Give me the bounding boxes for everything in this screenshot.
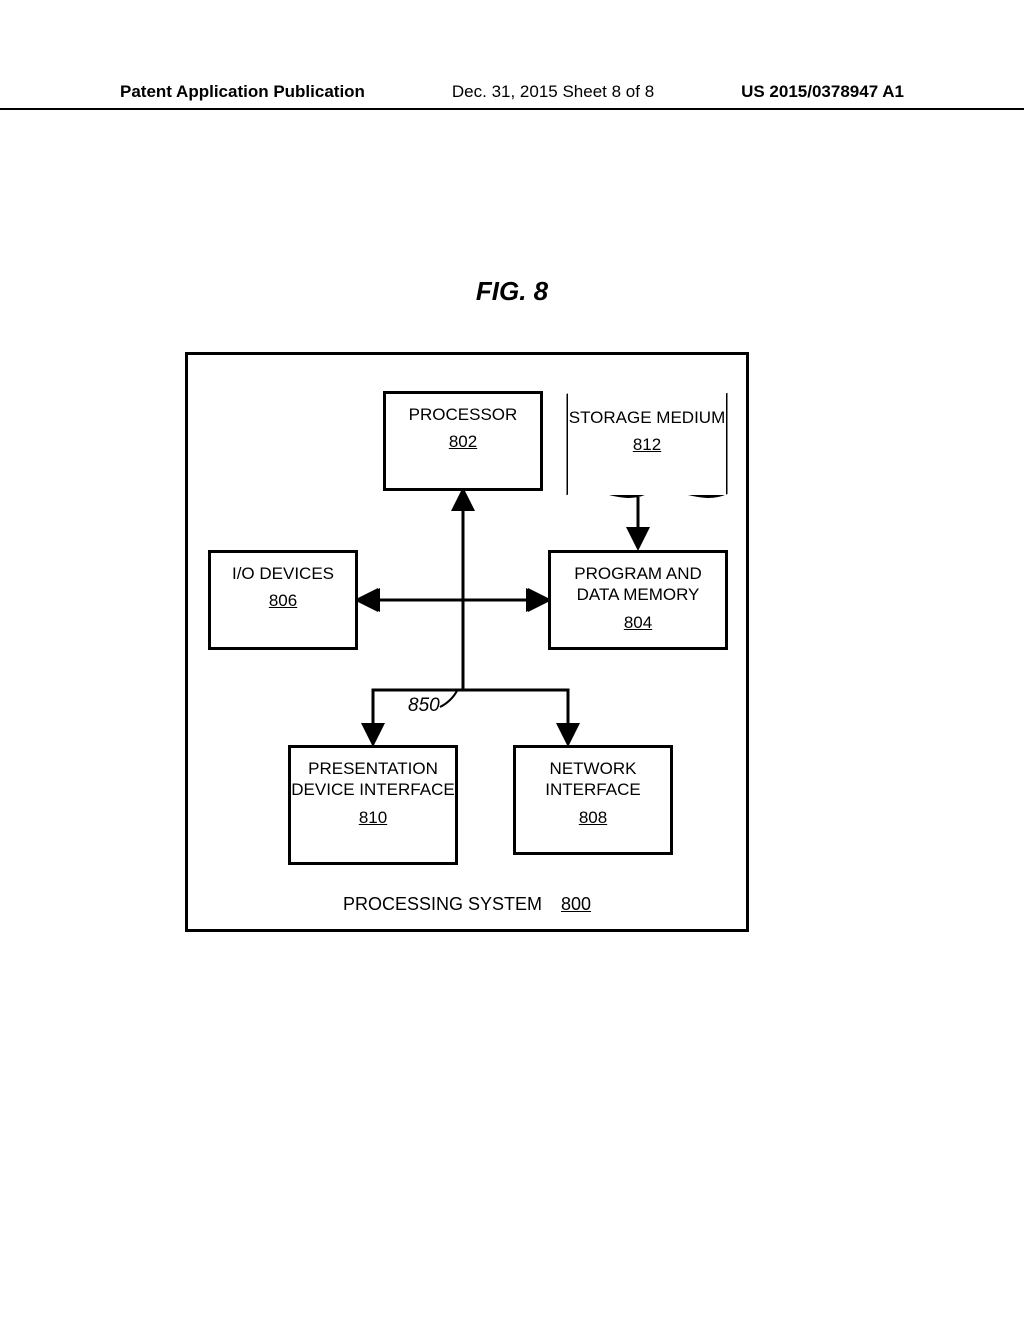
node-processor: PROCESSOR 802	[383, 391, 543, 491]
node-io-label: I/O DEVICES	[232, 564, 334, 583]
node-presentation-device-interface: PRESENTATION DEVICE INTERFACE 810	[288, 745, 458, 865]
header-pub-number: US 2015/0378947 A1	[741, 82, 904, 102]
figure-title: FIG. 8	[0, 276, 1024, 307]
node-network-ref: 808	[516, 807, 670, 828]
system-caption: PROCESSING SYSTEM 800	[188, 894, 746, 915]
system-caption-ref: 800	[561, 894, 591, 914]
node-storage-medium: STORAGE MEDIUM 812	[568, 385, 726, 495]
node-io-devices: I/O DEVICES 806	[208, 550, 358, 650]
node-network-interface: NETWORK INTERFACE 808	[513, 745, 673, 855]
node-memory-ref: 804	[551, 612, 725, 633]
node-memory-label: PROGRAM AND DATA MEMORY	[574, 564, 702, 604]
page-header: Patent Application Publication Dec. 31, …	[0, 82, 1024, 110]
node-program-data-memory: PROGRAM AND DATA MEMORY 804	[548, 550, 728, 650]
node-present-ref: 810	[291, 807, 455, 828]
node-present-label: PRESENTATION DEVICE INTERFACE	[291, 759, 454, 799]
node-storage-ref: 812	[568, 434, 726, 455]
header-publication: Patent Application Publication	[120, 82, 365, 102]
node-processor-ref: 802	[386, 431, 540, 452]
node-storage-label: STORAGE MEDIUM	[569, 408, 725, 427]
node-processor-label: PROCESSOR	[409, 405, 518, 424]
processing-system-box: PROCESSOR 802 STORAGE MEDIUM 812 I/O DEV…	[185, 352, 749, 932]
interconnect-ref-label: 850	[408, 695, 440, 717]
page: Patent Application Publication Dec. 31, …	[0, 0, 1024, 1320]
header-date-sheet: Dec. 31, 2015 Sheet 8 of 8	[452, 82, 654, 102]
node-io-ref: 806	[211, 590, 355, 611]
system-caption-label: PROCESSING SYSTEM	[343, 894, 542, 914]
node-network-label: NETWORK INTERFACE	[545, 759, 640, 799]
